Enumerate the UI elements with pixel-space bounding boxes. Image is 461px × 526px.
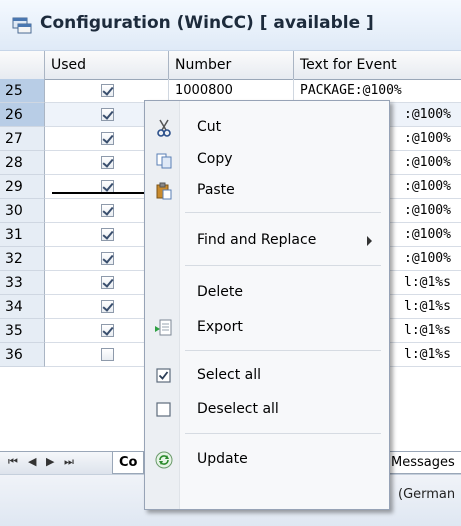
row-number[interactable]: 33 <box>0 271 45 295</box>
text-cell-value: l:@1%s <box>404 323 451 338</box>
text-cell-value: :@100% <box>404 251 451 266</box>
row-number[interactable]: 28 <box>0 151 45 175</box>
row-number[interactable]: 36 <box>0 343 45 367</box>
first-sheet-button[interactable]: ⏮ <box>8 455 18 469</box>
row-header-corner <box>0 51 45 79</box>
tab-configuration[interactable]: Co <box>112 452 145 474</box>
used-checkbox[interactable] <box>101 300 114 313</box>
menu-item-label: Delete <box>197 284 243 300</box>
menu-item-label: Cut <box>197 119 222 135</box>
used-checkbox[interactable] <box>101 156 114 169</box>
scissors-icon <box>157 119 171 137</box>
row-number[interactable]: 35 <box>0 319 45 343</box>
checked-checkbox-icon <box>156 368 171 383</box>
column-header-number[interactable]: Number <box>169 51 294 79</box>
used-checkbox[interactable] <box>101 324 114 337</box>
text-cell-value: :@100% <box>404 131 451 146</box>
text-cell-value: :@100% <box>404 179 451 194</box>
row-number[interactable]: 30 <box>0 199 45 223</box>
export-icon <box>155 319 172 336</box>
row-number[interactable]: 31 <box>0 223 45 247</box>
used-checkbox[interactable] <box>101 132 114 145</box>
column-header-text-for-event[interactable]: Text for Event <box>294 51 461 79</box>
text-cell-value: l:@1%s <box>404 347 451 362</box>
cell-focus-indicator <box>52 192 144 194</box>
language-indicator: (German <box>398 487 456 502</box>
menu-item-label: Copy <box>197 151 233 167</box>
menu-item-find-and-replace[interactable]: Find and Replace <box>145 227 389 257</box>
menu-separator <box>185 433 381 434</box>
grid-header: Used Number Text for Event <box>0 51 461 80</box>
paste-icon <box>156 182 172 200</box>
menu-item-copy[interactable]: Copy <box>145 146 389 176</box>
last-sheet-button[interactable]: ⏭ <box>64 455 74 469</box>
row-number[interactable]: 26 <box>0 103 45 127</box>
menu-item-label: Find and Replace <box>197 232 317 248</box>
text-cell-value: :@100% <box>404 227 451 242</box>
tab-messages[interactable]: Messages <box>384 452 461 474</box>
menu-item-deselect-all[interactable]: Deselect all <box>145 396 389 426</box>
used-checkbox[interactable] <box>101 204 114 217</box>
copy-icon <box>156 153 172 169</box>
used-checkbox[interactable] <box>101 84 114 97</box>
text-cell-value: l:@1%s <box>404 275 451 290</box>
prev-sheet-button[interactable]: ◀ <box>28 455 36 468</box>
row-number[interactable]: 27 <box>0 127 45 151</box>
menu-separator <box>185 212 381 213</box>
context-menu[interactable]: Cut Copy Paste Find and Replace Delete E… <box>144 100 390 510</box>
empty-checkbox-icon <box>156 402 171 417</box>
row-number[interactable]: 29 <box>0 175 45 199</box>
row-number[interactable]: 25 <box>0 79 45 103</box>
menu-item-label: Export <box>197 319 243 335</box>
menu-item-label: Paste <box>197 182 235 198</box>
menu-item-label: Select all <box>197 367 261 383</box>
used-checkbox[interactable] <box>101 276 114 289</box>
column-header-used[interactable]: Used <box>45 51 169 79</box>
text-cell-value: l:@1%s <box>404 299 451 314</box>
used-checkbox[interactable] <box>101 228 114 241</box>
submenu-arrow-icon <box>367 236 372 246</box>
menu-item-select-all[interactable]: Select all <box>145 362 389 392</box>
window-icon <box>12 17 32 34</box>
used-checkbox[interactable] <box>101 108 114 121</box>
window-title: Configuration (WinCC) [ available ] <box>40 13 374 33</box>
text-cell-value: :@100% <box>404 107 451 122</box>
used-checkbox[interactable] <box>101 252 114 265</box>
text-cell-value: :@100% <box>404 155 451 170</box>
title-bar: Configuration (WinCC) [ available ] <box>0 0 461 51</box>
menu-item-cut[interactable]: Cut <box>145 114 389 144</box>
text-cell-value: :@100% <box>404 203 451 218</box>
menu-item-label: Deselect all <box>197 401 279 417</box>
next-sheet-button[interactable]: ▶ <box>46 455 54 468</box>
menu-item-update[interactable]: Update <box>145 446 389 476</box>
row-number[interactable]: 32 <box>0 247 45 271</box>
menu-item-delete[interactable]: Delete <box>145 279 389 309</box>
menu-item-paste[interactable]: Paste <box>145 177 389 207</box>
menu-separator <box>185 265 381 266</box>
refresh-icon <box>155 451 173 469</box>
menu-separator <box>185 350 381 351</box>
menu-item-export[interactable]: Export <box>145 314 389 344</box>
row-number[interactable]: 34 <box>0 295 45 319</box>
used-checkbox[interactable] <box>101 348 114 361</box>
menu-item-label: Update <box>197 451 248 467</box>
